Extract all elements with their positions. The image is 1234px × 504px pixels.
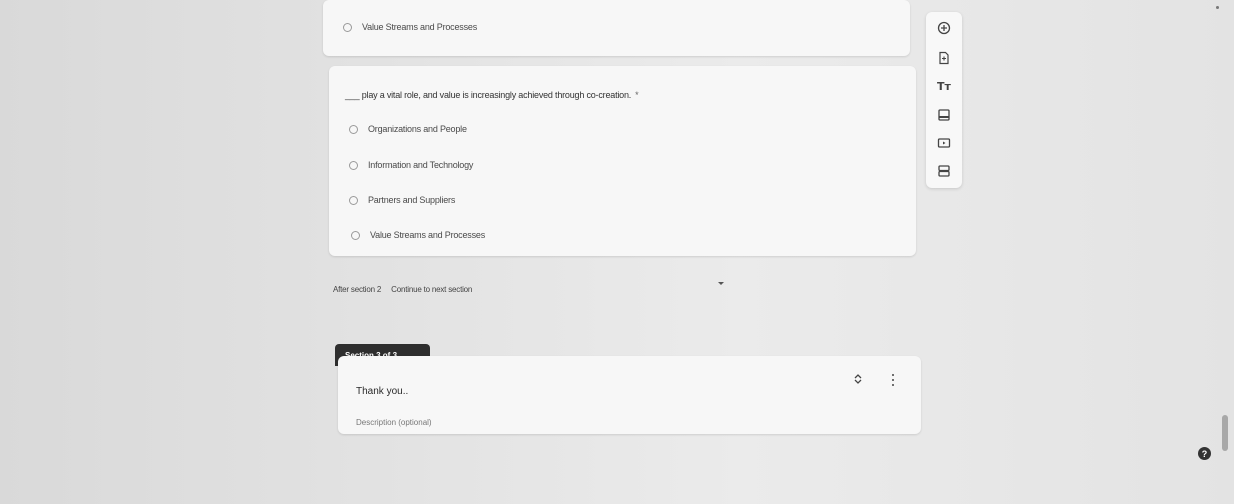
section-icon[interactable]: [934, 161, 954, 181]
section-header-card[interactable]: Thank you.. Description (optional): [338, 356, 921, 434]
video-icon[interactable]: [934, 133, 954, 153]
import-questions-icon[interactable]: [934, 48, 954, 68]
option-row[interactable]: Value Streams and Processes: [343, 22, 477, 32]
window-dot: [1216, 6, 1219, 9]
collapse-section-icon[interactable]: [854, 374, 862, 387]
add-title-icon[interactable]: Tт: [934, 76, 954, 96]
chevron-down-icon[interactable]: [718, 282, 724, 285]
radio-button[interactable]: [351, 230, 360, 240]
option-label: Organizations and People: [368, 124, 467, 134]
option-label: Value Streams and Processes: [362, 22, 477, 32]
option-label: Partners and Suppliers: [368, 195, 456, 205]
add-question-icon[interactable]: [934, 18, 954, 38]
option-row[interactable]: Organizations and People: [349, 124, 467, 134]
radio-button[interactable]: [343, 22, 352, 32]
option-row[interactable]: Information and Technology: [349, 160, 473, 170]
option-label: Value Streams and Processes: [370, 230, 485, 240]
after-section-label: After section 2: [333, 285, 382, 294]
radio-button[interactable]: [349, 160, 358, 170]
after-section-select[interactable]: Continue to next section: [391, 285, 472, 294]
radio-button[interactable]: [349, 195, 358, 205]
question-title[interactable]: ___ play a vital role, and value is incr…: [345, 90, 639, 100]
image-icon[interactable]: [934, 105, 954, 125]
required-mark: *: [635, 90, 639, 100]
floating-toolbar: Tт: [926, 12, 962, 188]
after-section-control[interactable]: After section 2 Continue to next section: [333, 285, 472, 294]
scrollbar-thumb[interactable]: [1222, 415, 1228, 451]
radio-button[interactable]: [349, 124, 358, 134]
section-description-field[interactable]: Description (optional): [356, 418, 432, 427]
previous-question-card: Value Streams and Processes: [323, 0, 910, 56]
question-card[interactable]: ___ play a vital role, and value is incr…: [329, 66, 916, 256]
option-row[interactable]: Value Streams and Processes: [351, 230, 485, 240]
more-options-icon[interactable]: [892, 374, 894, 386]
option-label: Information and Technology: [368, 160, 474, 170]
question-text: ___ play a vital role, and value is incr…: [345, 90, 632, 100]
option-row[interactable]: Partners and Suppliers: [349, 195, 455, 205]
help-icon[interactable]: ?: [1198, 447, 1211, 460]
section-title[interactable]: Thank you..: [356, 386, 408, 397]
